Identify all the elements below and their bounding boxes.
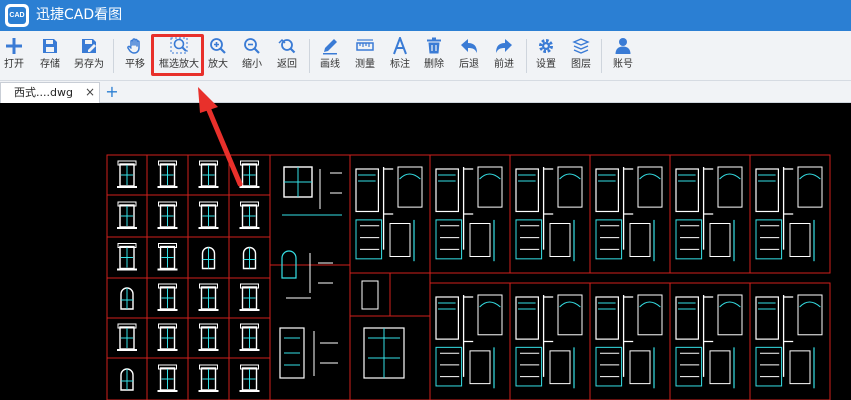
window-elevation xyxy=(198,283,219,311)
section-detail xyxy=(515,294,583,389)
window-elevation xyxy=(198,364,219,392)
cad-drawing xyxy=(106,154,831,400)
window-elevation xyxy=(120,368,134,391)
window-elevation xyxy=(117,160,137,188)
app-logo-text: CAD xyxy=(8,7,26,24)
window-elevation xyxy=(239,160,260,188)
gear-icon xyxy=(539,39,553,53)
save-button[interactable]: 存储 xyxy=(36,31,64,80)
document-tab-name: 西式....dwg xyxy=(14,86,73,99)
title-bar: CAD 迅捷CAD看图 xyxy=(0,0,851,31)
text-a-icon xyxy=(393,37,407,55)
window-elevation xyxy=(239,283,260,311)
draw-line-button[interactable]: 画线 xyxy=(317,31,343,80)
window-elevation xyxy=(157,364,178,392)
document-tab-bar: 西式....dwg × + xyxy=(0,81,851,103)
window-elevation xyxy=(239,201,260,229)
window-elevation xyxy=(157,283,178,311)
box-zoom-highlight xyxy=(151,34,204,76)
zoom-out-label: 缩小 xyxy=(242,59,262,70)
zoom-out-icon xyxy=(244,38,260,54)
window-elevation xyxy=(201,246,216,270)
pencil-icon xyxy=(323,39,337,55)
section-detail xyxy=(595,294,663,389)
zoom-back-icon xyxy=(278,38,296,54)
window-elevation xyxy=(117,323,137,351)
window-elevation xyxy=(198,160,219,188)
section-detail xyxy=(675,294,743,389)
window-elevation xyxy=(198,201,219,229)
window-elevation xyxy=(239,323,260,351)
window-elevation xyxy=(157,160,178,188)
redo-button[interactable]: 前进 xyxy=(490,31,518,80)
settings-button[interactable]: 设置 xyxy=(533,31,559,80)
undo-label: 后退 xyxy=(459,59,479,70)
save-icon xyxy=(43,39,57,53)
settings-label: 设置 xyxy=(536,59,556,70)
annotate-label: 标注 xyxy=(390,59,410,70)
section-detail xyxy=(435,166,503,262)
ruler-icon xyxy=(356,39,374,51)
account-label: 账号 xyxy=(613,59,633,70)
delete-label: 删除 xyxy=(424,59,444,70)
delete-button[interactable]: 删除 xyxy=(421,31,447,80)
section-detail xyxy=(355,166,423,262)
pan-button[interactable]: 平移 xyxy=(121,31,149,80)
back-label: 返回 xyxy=(277,59,297,70)
back-button[interactable]: 返回 xyxy=(273,31,301,80)
save-as-icon xyxy=(82,39,96,53)
user-icon xyxy=(615,38,631,54)
section-detail xyxy=(755,294,823,389)
zoom-in-button[interactable]: 放大 xyxy=(205,31,231,80)
window-elevation xyxy=(242,246,257,270)
save-as-label: 另存为 xyxy=(74,59,104,70)
redo-arrow-icon xyxy=(496,39,512,53)
window-elevation xyxy=(117,243,137,271)
toolbar-divider xyxy=(113,39,114,73)
window-elevation xyxy=(157,201,178,229)
document-tab[interactable]: 西式....dwg × xyxy=(0,82,100,103)
layers-button[interactable]: 图层 xyxy=(567,31,595,80)
measure-label: 测量 xyxy=(355,59,375,70)
hand-icon xyxy=(127,38,140,54)
section-detail xyxy=(435,294,503,389)
app-logo: CAD xyxy=(5,4,29,27)
draw-line-label: 画线 xyxy=(320,59,340,70)
open-label: 打开 xyxy=(4,59,24,70)
plus-icon xyxy=(6,38,22,54)
close-icon[interactable]: × xyxy=(85,85,95,99)
zoom-in-label: 放大 xyxy=(208,59,228,70)
drawing-canvas[interactable] xyxy=(0,103,851,400)
window-elevation xyxy=(157,243,178,271)
window-elevation xyxy=(117,201,137,229)
window-elevation xyxy=(120,287,134,310)
open-button[interactable]: 打开 xyxy=(0,31,28,80)
annotate-button[interactable]: 标注 xyxy=(387,31,413,80)
section-detail xyxy=(595,166,663,262)
section-detail xyxy=(755,166,823,262)
save-as-button[interactable]: 另存为 xyxy=(73,31,105,80)
redo-label: 前进 xyxy=(494,59,514,70)
layers-label: 图层 xyxy=(571,59,591,70)
undo-button[interactable]: 后退 xyxy=(455,31,483,80)
app-title: 迅捷CAD看图 xyxy=(36,7,123,23)
toolbar-divider xyxy=(601,39,602,73)
window-elevation xyxy=(239,364,260,392)
window-elevation xyxy=(157,323,178,351)
undo-arrow-icon xyxy=(461,39,477,53)
section-detail xyxy=(515,166,583,262)
section-detail xyxy=(675,166,743,262)
window-elevation xyxy=(198,323,219,351)
account-button[interactable]: 账号 xyxy=(609,31,637,80)
layers-icon xyxy=(572,38,590,54)
zoom-in-icon xyxy=(210,38,226,54)
zoom-out-button[interactable]: 缩小 xyxy=(239,31,265,80)
toolbar-divider xyxy=(309,39,310,73)
pan-label: 平移 xyxy=(125,59,145,70)
new-tab-button[interactable]: + xyxy=(103,83,121,101)
toolbar: 打开 存储 另存为 平移 框选放大 放大 缩小 返回 画线 测量 标注 删除 后… xyxy=(0,31,851,81)
trash-icon xyxy=(427,37,441,54)
measure-button[interactable]: 测量 xyxy=(351,31,379,80)
save-label: 存储 xyxy=(40,59,60,70)
